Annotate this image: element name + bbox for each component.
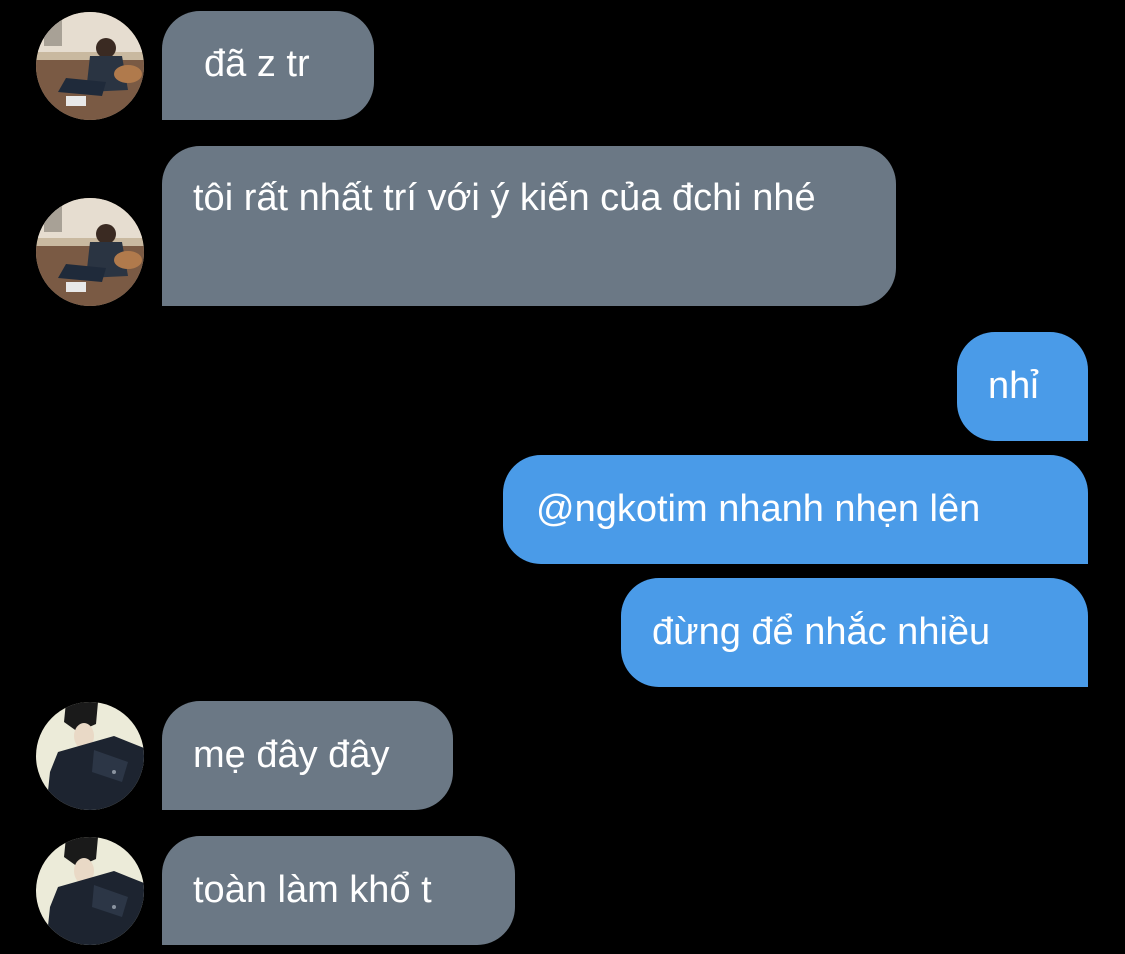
message-text: đừng để nhắc nhiều	[652, 611, 991, 653]
message-text: nhỉ	[988, 365, 1039, 407]
message-bubble[interactable]: toàn làm khổ t	[162, 836, 515, 945]
message-bubble[interactable]: @ngkotim nhanh nhẹn lên	[503, 455, 1088, 564]
user-photo-icon	[36, 837, 144, 945]
user-photo-icon	[36, 198, 144, 306]
user-photo-icon	[36, 702, 144, 810]
message-text: toàn làm khổ t	[193, 869, 432, 911]
user-photo-icon	[36, 12, 144, 120]
message-bubble[interactable]: đã z tr	[162, 11, 374, 120]
avatar[interactable]	[36, 702, 144, 810]
message-bubble[interactable]: tôi rất nhất trí với ý kiến của đchi nhé	[162, 146, 896, 306]
avatar[interactable]	[36, 12, 144, 120]
message-text: đã z tr	[204, 43, 310, 85]
message-text: mẹ đây đây	[193, 734, 390, 776]
message-bubble[interactable]: đừng để nhắc nhiều	[621, 578, 1088, 687]
message-bubble[interactable]: mẹ đây đây	[162, 701, 453, 810]
chat-screen: { "colors": { "background": "#000000", "…	[0, 0, 1125, 954]
avatar[interactable]	[36, 198, 144, 306]
message-text: tôi rất nhất trí với ý kiến của đchi nhé	[193, 177, 816, 219]
message-text: @ngkotim nhanh nhẹn lên	[536, 488, 981, 530]
avatar[interactable]	[36, 837, 144, 945]
message-bubble[interactable]: nhỉ	[957, 332, 1088, 441]
